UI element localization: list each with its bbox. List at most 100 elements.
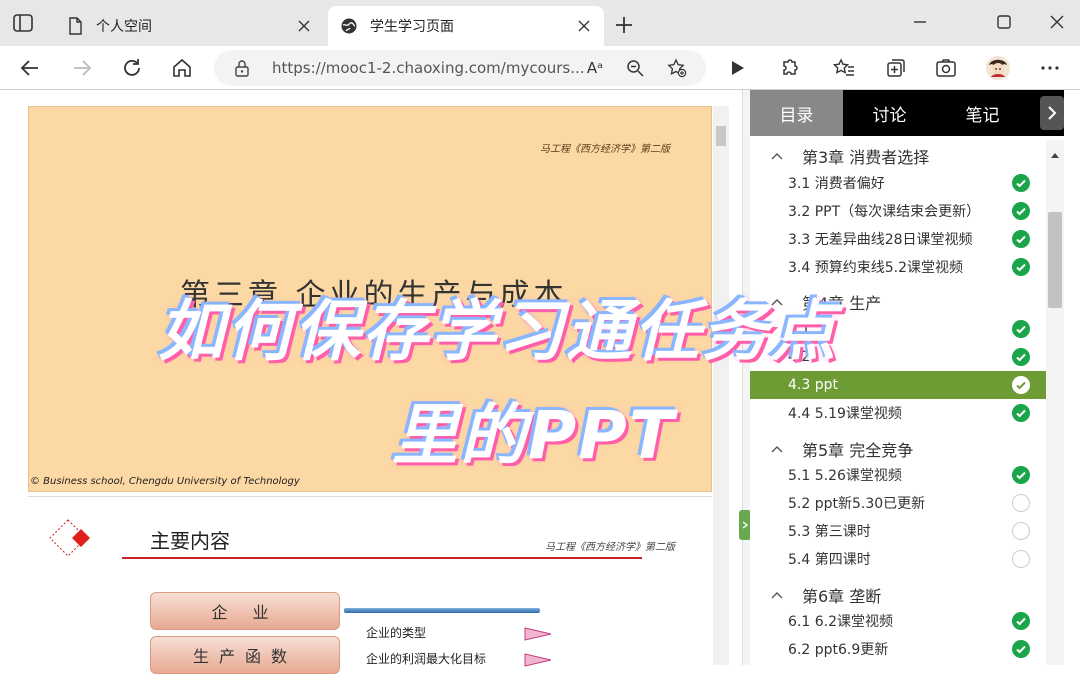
tab-title: 学生学习页面 (370, 19, 454, 35)
profile-avatar[interactable] (984, 54, 1012, 82)
slide-2-title: 主要内容 (150, 529, 230, 553)
tab-notes[interactable]: 笔记 (936, 90, 1029, 136)
collections-icon[interactable] (882, 54, 910, 82)
lesson-label: 5.4 第四课时 (788, 552, 871, 568)
scroll-up-icon[interactable] (1050, 144, 1060, 163)
tab-discussion[interactable]: 讨论 (843, 90, 936, 136)
outline-pill-production-function: 生产函数 (150, 636, 340, 674)
globe-icon (340, 17, 358, 35)
completed-check-icon (1012, 348, 1030, 366)
completed-check-icon (1012, 404, 1030, 422)
zoom-icon[interactable] (624, 57, 646, 79)
arrow-icon (524, 652, 552, 667)
completed-check-icon (1012, 612, 1030, 630)
slide-scrollbar[interactable] (713, 106, 729, 665)
lock-icon[interactable] (234, 59, 250, 81)
slide-1-footer: © Business school, Chengdu University of… (30, 476, 300, 487)
lesson-3-3[interactable]: 3.3 无差异曲线28日课堂视频 (750, 225, 1046, 253)
chevron-up-icon (770, 444, 784, 454)
chevron-up-icon (770, 151, 784, 161)
incomplete-circle-icon (1012, 522, 1030, 540)
close-window-button[interactable] (1045, 10, 1069, 34)
chapter-title: 第3章 消费者选择 (802, 148, 930, 167)
incomplete-circle-icon (1012, 494, 1030, 512)
lesson-6-1[interactable]: 6.1 6.2课堂视频 (750, 607, 1046, 635)
back-button[interactable] (16, 54, 44, 82)
close-icon[interactable] (570, 12, 598, 40)
favorites-icon[interactable] (830, 54, 858, 82)
slide-2-author: 马工程《西方经济学》第二版 (545, 542, 675, 553)
url-text: https://mooc1-2.chaoxing.com/mycours... (272, 59, 585, 77)
minimize-button[interactable] (908, 10, 932, 34)
lesson-label: 4.3 ppt (788, 377, 838, 393)
lesson-4-4[interactable]: 4.4 5.19课堂视频 (750, 399, 1046, 427)
tab-title: 个人空间 (96, 19, 152, 35)
lesson-3-4[interactable]: 3.4 预算约束线5.2课堂视频 (750, 253, 1046, 281)
tab-actions-icon[interactable] (12, 13, 34, 33)
sidebar-tabs: 目录 讨论 笔记 (750, 90, 1064, 136)
add-favorite-icon[interactable] (666, 57, 688, 79)
play-icon[interactable] (723, 54, 751, 82)
lesson-label: 5.3 第三课时 (788, 524, 871, 540)
sidebar-more-button[interactable] (1040, 96, 1064, 130)
lesson-4-3-active[interactable]: 4.3 ppt (750, 371, 1046, 399)
home-button[interactable] (168, 54, 196, 82)
screenshot-icon[interactable] (932, 54, 960, 82)
lesson-label: 3.4 预算约束线5.2课堂视频 (788, 260, 963, 276)
overlay-headline-line-2: 里的PPT (392, 397, 676, 474)
lesson-label: 3.2 PPT（每次课结束会更新） (788, 204, 981, 220)
lesson-5-4[interactable]: 5.4 第四课时 (750, 545, 1046, 573)
completed-check-icon (1012, 174, 1030, 192)
address-bar[interactable]: https://mooc1-2.chaoxing.com/mycours... … (214, 50, 706, 86)
outline-bullet-profit-max: 企业的利润最大化目标 (366, 652, 487, 666)
chapter-title: 第5章 完全竞争 (802, 441, 914, 460)
chevron-up-icon (770, 590, 784, 600)
completed-check-icon (1012, 640, 1030, 658)
close-icon[interactable] (290, 12, 318, 40)
scrollbar-thumb[interactable] (1048, 212, 1062, 308)
document-icon (66, 17, 84, 35)
read-aloud-icon[interactable]: Aᵃ (584, 57, 606, 79)
lesson-label: 5.2 ppt新5.30已更新 (788, 496, 926, 512)
lesson-label: 3.3 无差异曲线28日课堂视频 (788, 232, 973, 248)
completed-check-icon (1012, 320, 1030, 338)
outline-bar (344, 608, 540, 613)
overlay-headline-line-1: 如何保存学习通任务点 (158, 293, 838, 370)
lesson-3-1[interactable]: 3.1 消费者偏好 (750, 169, 1046, 197)
outline-bullet-enterprise-types: 企业的类型 (366, 626, 427, 640)
panel-divider[interactable] (742, 90, 750, 665)
lesson-label: 5.1 5.26课堂视频 (788, 468, 902, 484)
lesson-label: 3.1 消费者偏好 (788, 176, 885, 192)
lesson-5-2[interactable]: 5.2 ppt新5.30已更新 (750, 489, 1046, 517)
navigation-bar: https://mooc1-2.chaoxing.com/mycours... … (0, 46, 1080, 90)
lesson-6-2[interactable]: 6.2 ppt6.9更新 (750, 635, 1046, 663)
completed-check-icon (1012, 230, 1030, 248)
lesson-label: 6.1 6.2课堂视频 (788, 614, 893, 630)
extensions-icon[interactable] (775, 54, 803, 82)
lesson-5-1[interactable]: 5.1 5.26课堂视频 (750, 461, 1046, 489)
lesson-label: 6.2 ppt6.9更新 (788, 642, 889, 658)
chapter-title: 第6章 垄断 (802, 587, 882, 606)
refresh-button[interactable] (118, 54, 146, 82)
new-tab-button[interactable] (612, 13, 636, 37)
lesson-5-3[interactable]: 5.3 第三课时 (750, 517, 1046, 545)
forward-button[interactable] (68, 54, 96, 82)
scrollbar-thumb[interactable] (716, 126, 726, 146)
maximize-button[interactable] (992, 10, 1016, 34)
incomplete-circle-icon (1012, 550, 1030, 568)
tab-catalog[interactable]: 目录 (750, 90, 843, 136)
chapter-6[interactable]: 第6章 垄断 (770, 583, 881, 607)
chapter-3[interactable]: 第3章 消费者选择 (770, 144, 929, 168)
arrow-icon (524, 626, 552, 641)
chapter-5[interactable]: 第5章 完全竞争 (770, 437, 913, 461)
lesson-label: 4.4 5.19课堂视频 (788, 406, 902, 422)
tab-student-learning[interactable]: 学生学习页面 (328, 6, 604, 46)
diamond-logo-icon (48, 518, 98, 558)
completed-check-icon (1012, 202, 1030, 220)
slide-1-author: 马工程《西方经济学》第二版 (540, 144, 670, 155)
more-options-icon[interactable] (1036, 54, 1064, 82)
sidebar-scrollbar[interactable] (1046, 140, 1064, 665)
tab-personal-space[interactable]: 个人空间 (54, 6, 324, 46)
lesson-3-2[interactable]: 3.2 PPT（每次课结束会更新） (750, 197, 1046, 225)
slide-2-rule (122, 557, 642, 559)
